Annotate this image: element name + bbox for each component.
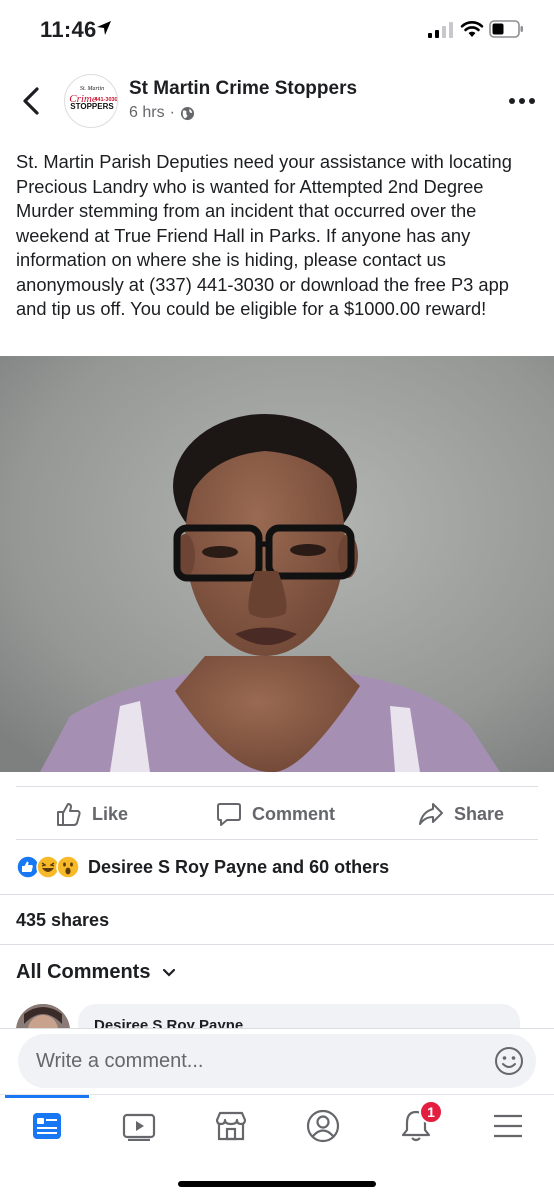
commenter-name[interactable]: Desiree S Roy Payne: [94, 1017, 243, 1028]
divider: [0, 944, 554, 945]
comment-composer: [18, 1034, 536, 1088]
logo-text-top: St. Martin: [80, 86, 104, 92]
reactions-text: Desiree S Roy Payne and 60 others: [88, 856, 390, 877]
more-options-icon[interactable]: [508, 96, 536, 106]
tab-marketplace[interactable]: [211, 1106, 251, 1146]
hamburger-menu-icon: [494, 1114, 522, 1138]
reactions-summary[interactable]: Desiree S Roy Payne and 60 others: [16, 853, 389, 881]
wow-reaction-icon: [56, 855, 80, 879]
like-button[interactable]: Like: [56, 787, 128, 841]
emoji-icon[interactable]: [494, 1046, 524, 1076]
tab-watch[interactable]: [119, 1106, 159, 1146]
status-bar: 11:46: [0, 0, 554, 62]
comment-label: Comment: [252, 803, 336, 824]
page-avatar[interactable]: St. Martin Crime 441-3030 STOPPERS: [64, 74, 118, 128]
profile-icon: [306, 1109, 340, 1143]
tab-profile[interactable]: [303, 1106, 343, 1146]
comments-filter-label: All Comments: [16, 961, 151, 983]
post-action-bar: Like Comment Share: [16, 786, 538, 840]
crime-stoppers-logo-icon: St. Martin Crime 441-3030 STOPPERS: [69, 86, 117, 111]
globe-icon: [180, 106, 194, 120]
share-button[interactable]: Share: [418, 787, 504, 841]
shares-count[interactable]: 435 shares: [16, 910, 109, 931]
page-name[interactable]: St Martin Crime Stoppers: [129, 78, 357, 100]
thumbs-up-icon: [57, 803, 81, 826]
post-photo[interactable]: [0, 356, 554, 772]
comment-bubble-icon: [217, 803, 241, 826]
comments-filter-dropdown[interactable]: All Comments: [16, 961, 176, 984]
back-chevron-icon[interactable]: [20, 86, 44, 116]
share-arrow-icon: [419, 803, 443, 825]
chevron-down-icon: [163, 968, 176, 977]
location-arrow-icon: [97, 21, 111, 35]
comment-input[interactable]: [36, 1034, 476, 1088]
news-feed-icon: [33, 1113, 61, 1139]
person-photo-image: [0, 356, 554, 772]
active-tab-indicator: [5, 1095, 89, 1098]
post-time[interactable]: 6 hrs: [129, 104, 165, 122]
cellular-signal-icon: [428, 22, 453, 38]
post-body-text: St. Martin Parish Deputies need your ass…: [16, 151, 512, 319]
tab-menu[interactable]: [488, 1106, 528, 1146]
home-indicator[interactable]: [178, 1181, 376, 1187]
wifi-icon: [460, 21, 484, 37]
comment-item: Desiree S Roy Payne: [0, 1000, 554, 1028]
battery-icon: [489, 20, 523, 38]
status-time: 11:46: [40, 17, 97, 42]
meta-separator: ·: [169, 104, 175, 121]
notification-badge: 1: [419, 1100, 443, 1124]
share-label: Share: [454, 803, 505, 824]
marketplace-icon: [215, 1111, 247, 1141]
logo-text-bottom: STOPPERS: [70, 102, 114, 111]
post-meta: 6 hrs ·: [129, 104, 195, 122]
watch-icon: [122, 1113, 156, 1141]
like-label: Like: [92, 803, 129, 824]
tab-news-feed[interactable]: [27, 1106, 67, 1146]
commenter-avatar[interactable]: [16, 1004, 70, 1028]
divider: [0, 894, 554, 895]
comment-button[interactable]: Comment: [216, 787, 335, 841]
